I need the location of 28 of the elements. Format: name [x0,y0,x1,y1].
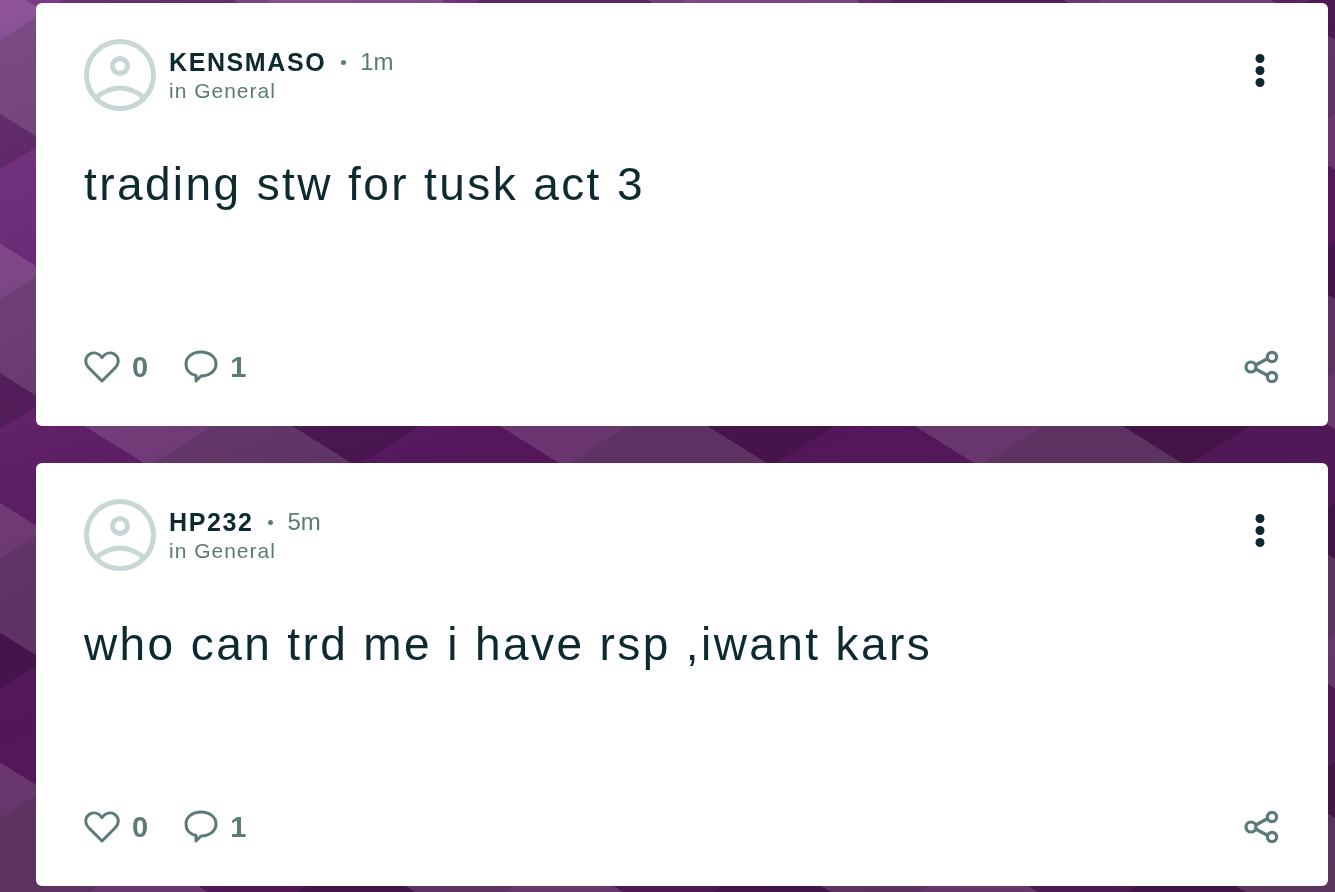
share-icon [1244,811,1280,843]
share-button[interactable] [1244,811,1280,843]
heart-icon [84,811,120,843]
more-options-icon [1255,514,1265,547]
more-options-button[interactable] [1253,512,1267,549]
comment-button[interactable]: 1 [184,810,247,844]
post-time: 1m [360,48,394,76]
comment-button[interactable]: 1 [184,350,247,384]
category-link[interactable]: in General [169,538,321,564]
share-icon [1244,351,1280,383]
like-button[interactable]: 0 [84,350,149,384]
author-name[interactable]: HP232 [169,508,254,536]
avatar-icon [84,499,156,571]
share-button[interactable] [1244,351,1280,383]
more-options-icon [1255,54,1265,87]
heart-icon [84,351,120,383]
like-button[interactable]: 0 [84,810,149,844]
speech-bubble-icon [184,350,219,384]
category-link[interactable]: in General [169,78,394,104]
post-time: 5m [287,508,321,536]
separator-dot-icon [341,59,347,65]
more-options-button[interactable] [1253,52,1267,89]
author-name[interactable]: KENSMASO [169,48,327,76]
separator-dot-icon [268,519,274,525]
avatar-icon [84,39,156,111]
post-text: who can trd me i have rsp ,iwant kars [84,617,934,671]
post-text: trading stw for tusk act 3 [84,157,646,211]
speech-bubble-icon [184,810,219,844]
